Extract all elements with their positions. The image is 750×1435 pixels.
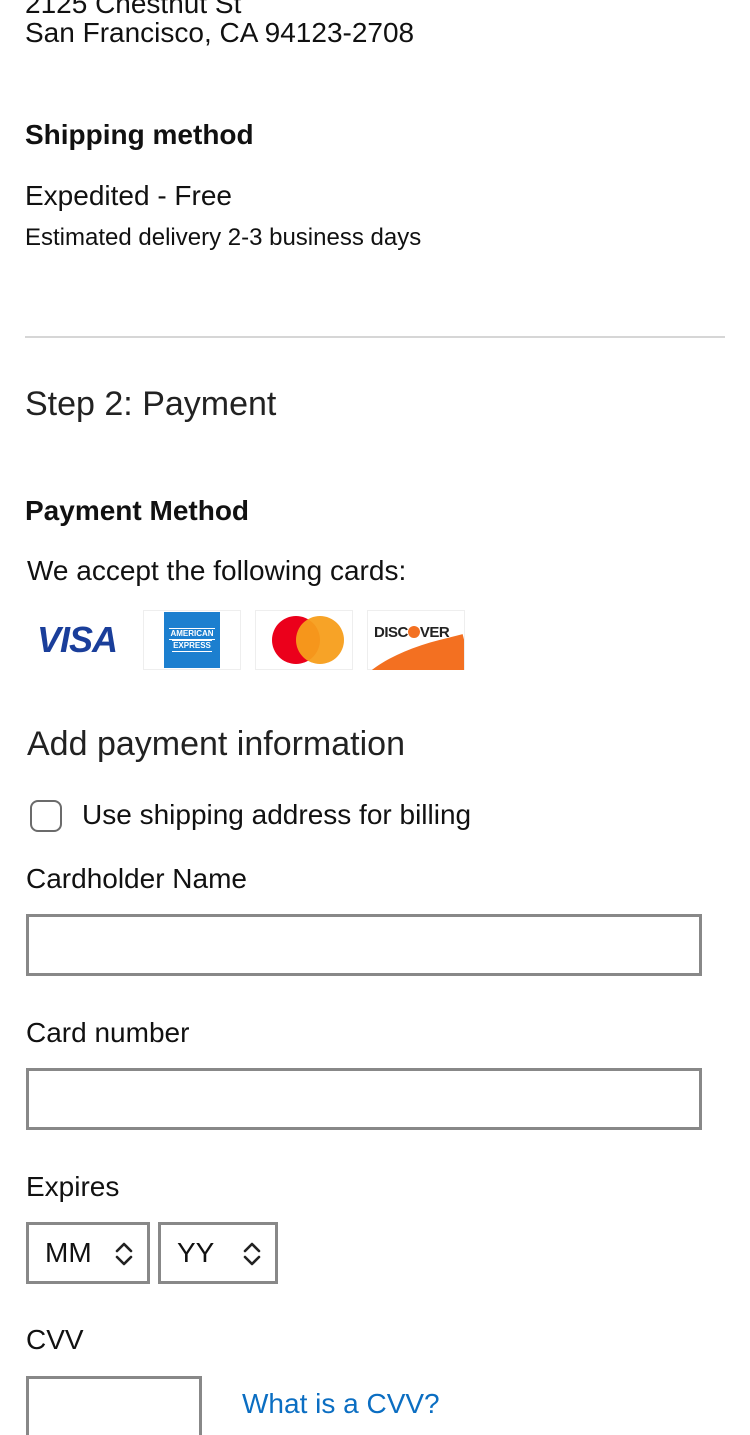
cardholder-name-label: Cardholder Name bbox=[26, 863, 247, 894]
cvv-input[interactable] bbox=[26, 1376, 202, 1435]
step-heading: Step 2: Payment bbox=[25, 385, 277, 423]
visa-logo-text: VISA bbox=[36, 619, 118, 660]
amex-logo-line2: EXPRESS bbox=[172, 640, 212, 652]
discover-logo: DISC VER bbox=[368, 610, 464, 670]
shipping-estimate: Estimated delivery 2-3 business days bbox=[25, 224, 422, 251]
amex-logo: AMERICAN EXPRESS bbox=[164, 612, 220, 668]
updown-chevron-icon bbox=[243, 1242, 261, 1266]
billing-address-checkbox[interactable] bbox=[30, 800, 62, 832]
visa-card-icon: VISA bbox=[28, 610, 126, 670]
what-is-cvv-link[interactable]: What is a CVV? bbox=[242, 1388, 440, 1420]
address-line-2: San Francisco, CA 94123-2708 bbox=[25, 17, 415, 48]
mastercard-card-icon bbox=[255, 610, 353, 670]
cvv-label: CVV bbox=[26, 1324, 84, 1355]
billing-address-label[interactable]: Use shipping address for billing bbox=[82, 799, 471, 831]
expires-label: Expires bbox=[26, 1171, 120, 1202]
discover-logo-text: DISC VER bbox=[374, 624, 450, 641]
cardholder-name-input[interactable] bbox=[26, 914, 702, 976]
card-number-label: Card number bbox=[26, 1017, 190, 1048]
expiry-month-value: MM bbox=[45, 1237, 92, 1268]
shipping-method-heading: Shipping method bbox=[25, 119, 254, 150]
expiry-month-select[interactable]: MM bbox=[26, 1222, 150, 1284]
amex-card-icon: AMERICAN EXPRESS bbox=[143, 610, 241, 670]
updown-chevron-icon bbox=[115, 1242, 133, 1266]
add-payment-heading: Add payment information bbox=[27, 725, 405, 763]
mastercard-logo bbox=[264, 616, 344, 664]
section-divider bbox=[25, 336, 725, 338]
payment-method-heading: Payment Method bbox=[25, 495, 250, 526]
card-number-input[interactable] bbox=[26, 1068, 702, 1130]
mastercard-orange-circle bbox=[296, 616, 344, 664]
accepted-cards-text: We accept the following cards: bbox=[27, 555, 407, 586]
amex-logo-line1: AMERICAN bbox=[169, 628, 215, 640]
discover-card-icon: DISC VER bbox=[367, 610, 465, 670]
expiry-year-select[interactable]: YY bbox=[158, 1222, 278, 1284]
shipping-option: Expedited - Free bbox=[25, 180, 232, 211]
expiry-year-value: YY bbox=[177, 1237, 215, 1268]
